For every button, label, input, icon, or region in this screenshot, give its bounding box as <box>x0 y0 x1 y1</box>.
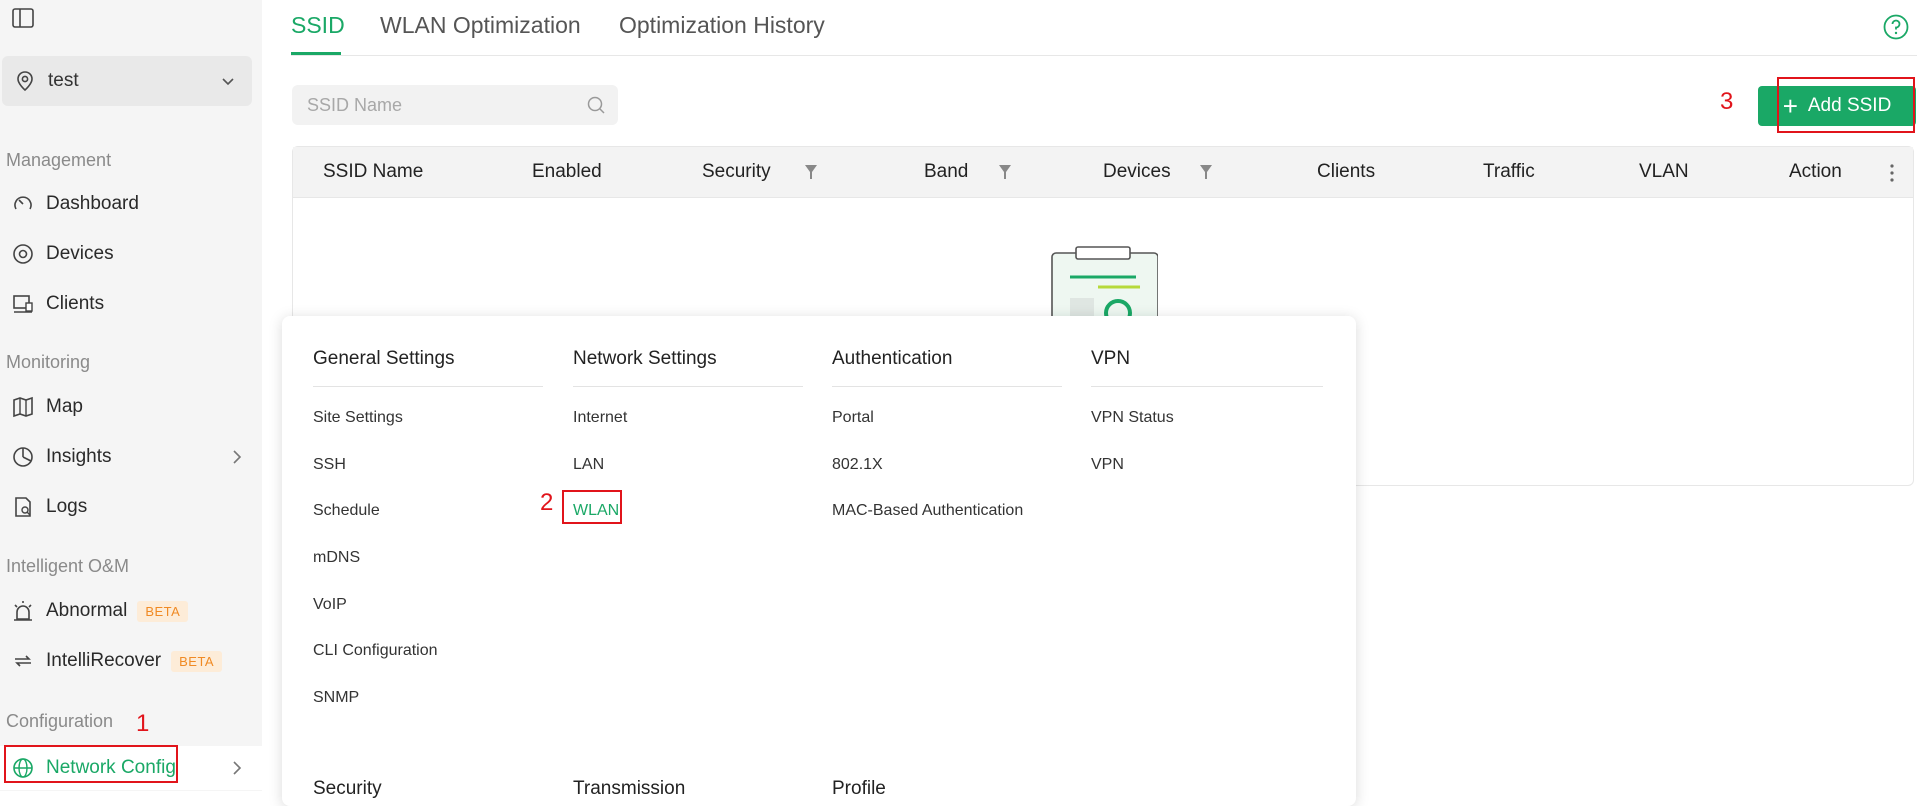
sidebar-item-label: Insights <box>46 446 112 467</box>
ssid-search <box>292 85 618 125</box>
beta-badge: BETA <box>171 650 223 672</box>
tab-optimization-history[interactable]: Optimization History <box>619 12 825 39</box>
column-devices: Devices <box>1103 161 1171 182</box>
menu-heading-authentication: Authentication <box>832 348 953 369</box>
divider <box>832 386 1062 387</box>
menu-heading-profile: Profile <box>832 778 886 799</box>
menu-item-internet[interactable]: Internet <box>573 409 627 427</box>
menu-heading-vpn: VPN <box>1091 348 1131 369</box>
tab-wlan-optimization[interactable]: WLAN Optimization <box>380 12 581 39</box>
menu-item-vpn-status[interactable]: VPN Status <box>1091 409 1174 427</box>
alert-light-icon <box>12 600 34 622</box>
site-selector[interactable]: test <box>2 56 252 106</box>
network-config-menu: General Settings Site Settings SSH Sched… <box>282 316 1356 806</box>
sidebar-item-label: Logs <box>46 496 88 517</box>
search-icon[interactable] <box>586 95 606 115</box>
sidebar-item-devices[interactable]: Devices <box>0 232 262 276</box>
more-options-icon[interactable] <box>1889 163 1895 183</box>
menu-item-portal[interactable]: Portal <box>832 409 874 427</box>
beta-badge: BETA <box>137 600 189 622</box>
chevron-down-icon <box>222 78 234 86</box>
annotation-box-2 <box>562 490 622 524</box>
ssid-search-input[interactable] <box>307 94 567 116</box>
column-ssid-name: SSID Name <box>323 161 424 182</box>
sidebar-item-label: Clients <box>46 293 105 314</box>
sidebar-item-dashboard[interactable]: Dashboard <box>0 182 262 226</box>
menu-heading-security: Security <box>313 778 382 799</box>
logs-icon <box>12 496 34 518</box>
menu-item-cli-configuration[interactable]: CLI Configuration <box>313 642 438 660</box>
pie-chart-icon <box>12 446 34 468</box>
sidebar-item-label: Abnormal <box>46 600 128 621</box>
filter-icon[interactable] <box>804 164 818 180</box>
sidebar-toggle-icon[interactable] <box>12 8 34 28</box>
annotation-box-3 <box>1777 77 1915 133</box>
active-tab-indicator <box>291 52 341 55</box>
column-vlan: VLAN <box>1639 161 1689 182</box>
chevron-right-icon <box>233 450 242 464</box>
menu-item-voip[interactable]: VoIP <box>313 596 347 614</box>
annotation-2: 2 <box>540 489 554 516</box>
annotation-box-1 <box>4 745 178 783</box>
dashboard-icon <box>12 193 34 215</box>
divider <box>573 386 803 387</box>
menu-item-8021x[interactable]: 802.1X <box>832 456 883 474</box>
menu-item-mac-based-authentication[interactable]: MAC-Based Authentication <box>832 502 1023 520</box>
chevron-right-icon <box>233 761 242 775</box>
sidebar-item-logs[interactable]: Logs <box>0 485 262 529</box>
menu-item-mdns[interactable]: mDNS <box>313 549 360 567</box>
sidebar-item-abnormal[interactable]: Abnormal BETA <box>0 589 262 633</box>
divider <box>313 386 543 387</box>
recover-arrows-icon <box>12 650 34 672</box>
tab-ssid[interactable]: SSID <box>291 12 345 39</box>
location-pin-icon <box>17 71 33 92</box>
sidebar-item-label: Map <box>46 396 83 417</box>
column-clients: Clients <box>1317 161 1376 182</box>
menu-heading-transmission: Transmission <box>573 778 686 799</box>
clients-icon <box>12 293 34 315</box>
devices-icon <box>12 243 34 265</box>
menu-item-snmp[interactable]: SNMP <box>313 689 359 707</box>
help-icon[interactable] <box>1883 14 1909 40</box>
menu-item-lan[interactable]: LAN <box>573 456 604 474</box>
filter-icon[interactable] <box>1199 164 1213 180</box>
sidebar-item-map[interactable]: Map <box>0 385 262 429</box>
table-header: SSID Name Enabled Security Band Devices … <box>293 147 1913 198</box>
sidebar-item-insights[interactable]: Insights <box>0 435 262 479</box>
menu-item-ssh[interactable]: SSH <box>313 456 346 474</box>
column-action: Action <box>1789 161 1842 182</box>
annotation-1: 1 <box>136 710 150 737</box>
sidebar-item-intellirecover[interactable]: IntelliRecover BETA <box>0 639 262 683</box>
menu-heading-network-settings: Network Settings <box>573 348 717 369</box>
sidebar: test Management Dashboard Devices Client… <box>0 0 262 791</box>
section-intelligent-om: Intelligent O&M <box>6 556 130 576</box>
menu-item-site-settings[interactable]: Site Settings <box>313 409 403 427</box>
sidebar-item-label: Dashboard <box>46 193 139 214</box>
sidebar-item-label: IntelliRecover <box>46 650 162 671</box>
column-enabled: Enabled <box>532 161 602 182</box>
sidebar-item-label: Devices <box>46 243 114 264</box>
section-configuration: Configuration <box>6 711 114 731</box>
tab-bar: SSID WLAN Optimization Optimization Hist… <box>291 0 1917 56</box>
section-management: Management <box>6 150 112 170</box>
divider <box>1091 386 1323 387</box>
filter-icon[interactable] <box>998 164 1012 180</box>
menu-item-vpn[interactable]: VPN <box>1091 456 1124 474</box>
column-security: Security <box>702 161 771 182</box>
column-traffic: Traffic <box>1483 161 1535 182</box>
menu-heading-general-settings: General Settings <box>313 348 455 369</box>
sidebar-item-clients[interactable]: Clients <box>0 282 262 326</box>
menu-item-schedule[interactable]: Schedule <box>313 502 380 520</box>
site-name: test <box>48 70 79 91</box>
annotation-3: 3 <box>1720 88 1734 115</box>
section-monitoring: Monitoring <box>6 352 91 372</box>
map-icon <box>12 396 34 418</box>
column-band: Band <box>924 161 969 182</box>
